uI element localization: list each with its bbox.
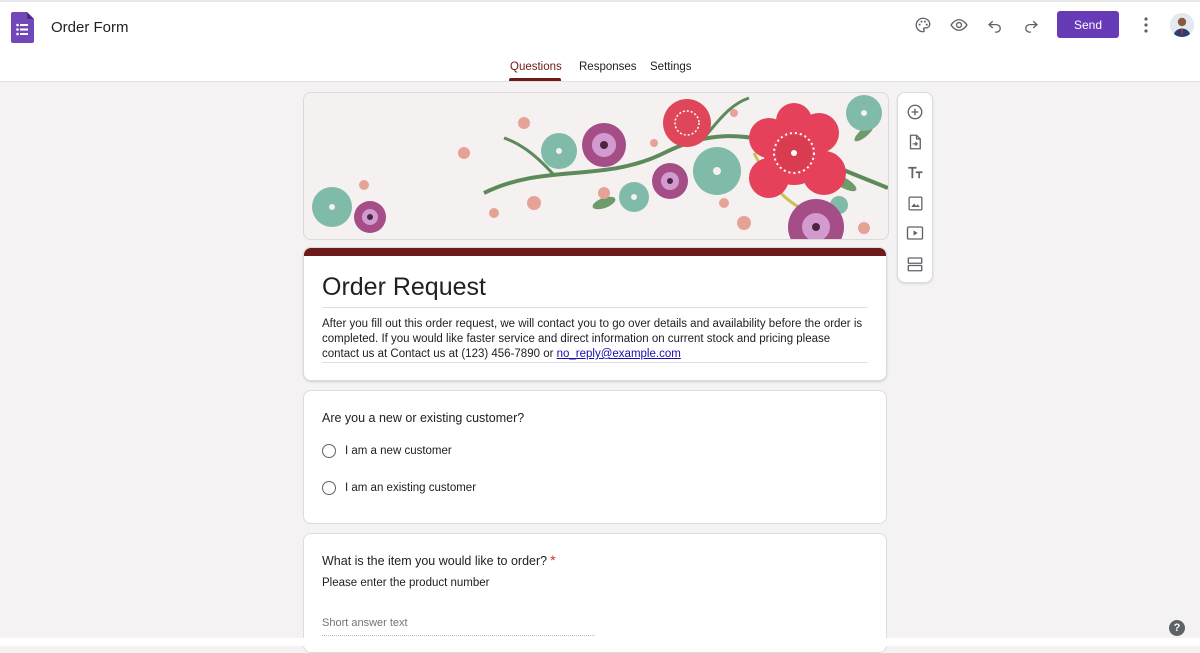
radio-button[interactable]	[322, 444, 336, 458]
tab-bar: Questions Responses Settings	[0, 61, 1200, 79]
redo-icon[interactable]	[1019, 13, 1043, 37]
radio-button[interactable]	[322, 481, 336, 495]
header-banner-image	[303, 92, 889, 240]
tab-settings[interactable]: Settings	[650, 61, 692, 73]
radio-option-new-customer[interactable]: I am a new customer	[322, 444, 452, 458]
title-underline	[322, 307, 868, 308]
add-video-icon[interactable]	[905, 223, 925, 243]
option-label: I am an existing customer	[345, 482, 477, 494]
tab-questions[interactable]: Questions	[510, 61, 562, 73]
bottom-strip	[0, 638, 1200, 646]
tab-responses[interactable]: Responses	[579, 61, 637, 73]
form-title-card[interactable]: Order Request After you fill out this or…	[303, 247, 887, 381]
question-title[interactable]: Are you a new or existing customer?	[322, 411, 524, 425]
form-title[interactable]: Order Request	[322, 273, 486, 302]
option-label: I am a new customer	[345, 445, 452, 457]
document-title[interactable]: Order Form	[51, 19, 129, 36]
contact-email-link[interactable]: no_reply@example.com	[557, 348, 681, 360]
help-icon[interactable]: ?	[1169, 620, 1185, 636]
title-card-accent-bar	[304, 248, 886, 256]
palette-icon[interactable]	[911, 13, 935, 37]
add-image-icon[interactable]	[905, 193, 925, 213]
avatar[interactable]	[1170, 13, 1194, 37]
required-asterisk: *	[550, 552, 556, 568]
active-tab-indicator	[509, 78, 561, 81]
undo-icon[interactable]	[983, 13, 1007, 37]
send-button[interactable]: Send	[1057, 11, 1119, 38]
question-title-text[interactable]: What is the item you would like to order…	[322, 554, 547, 568]
short-answer-underline	[322, 634, 595, 636]
import-questions-icon[interactable]	[905, 132, 925, 152]
top-edge-line	[0, 0, 1200, 2]
question-description[interactable]: Please enter the product number	[322, 577, 490, 589]
preview-eye-icon[interactable]	[947, 13, 971, 37]
floating-question-toolbar	[897, 92, 933, 283]
form-description[interactable]: After you fill out this order request, w…	[322, 317, 867, 362]
question-card[interactable]: Are you a new or existing customer? I am…	[303, 390, 887, 524]
add-section-icon[interactable]	[905, 254, 925, 274]
add-question-icon[interactable]	[905, 102, 925, 122]
forms-logo-icon[interactable]	[11, 12, 34, 48]
more-vert-icon[interactable]	[1134, 13, 1158, 37]
add-title-icon[interactable]	[905, 163, 925, 183]
short-answer-placeholder: Short answer text	[322, 617, 408, 629]
question-title: What is the item you would like to order…	[322, 552, 556, 568]
description-underline	[322, 362, 868, 363]
radio-option-existing-customer[interactable]: I am an existing customer	[322, 481, 476, 495]
top-bar: Order Form Send Questions Responses Sett…	[0, 0, 1200, 82]
question-card[interactable]: What is the item you would like to order…	[303, 533, 887, 653]
